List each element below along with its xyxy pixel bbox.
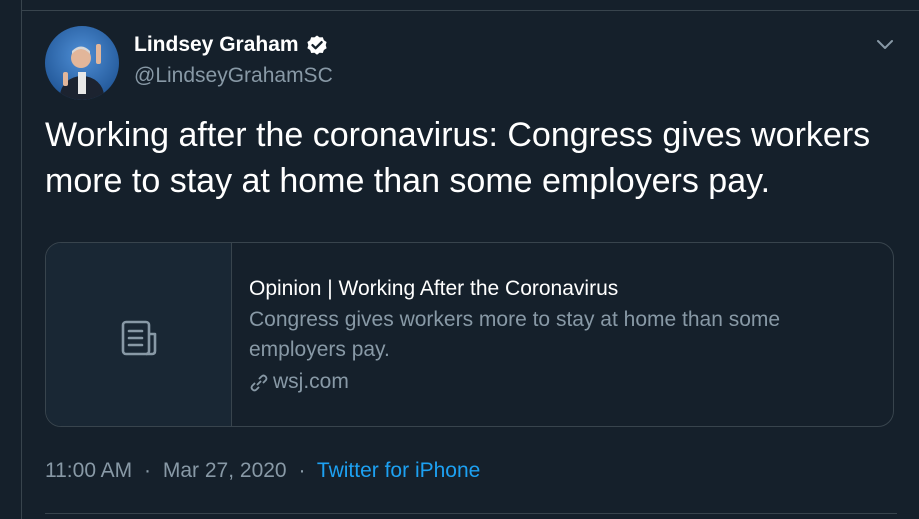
verified-badge-icon <box>305 33 329 57</box>
card-domain-row: wsj.com <box>249 367 859 397</box>
tweet-top-divider <box>21 10 919 11</box>
card-body[interactable]: Opinion | Working After the Coronavirus … <box>249 275 859 397</box>
document-icon <box>120 318 160 358</box>
tweet-date[interactable]: Mar 27, 2020 <box>163 459 287 482</box>
card-domain: wsj.com <box>273 370 349 393</box>
tweet-metadata: 11:00 AM · Mar 27, 2020 · Twitter for iP… <box>45 459 480 483</box>
tweet-source-link[interactable]: Twitter for iPhone <box>317 459 480 482</box>
meta-separator: · <box>144 459 152 482</box>
card-description: Congress gives workers more to stay at h… <box>249 308 781 361</box>
avatar[interactable] <box>45 26 119 100</box>
author-name-row[interactable]: Lindsey Graham <box>134 33 329 57</box>
tweet-text: Working after the coronavirus: Congress … <box>45 116 871 200</box>
tweet-time[interactable]: 11:00 AM <box>45 459 132 482</box>
meta-separator: · <box>298 459 306 482</box>
author-handle[interactable]: @LindseyGrahamSC <box>134 64 333 88</box>
timeline-left-border <box>21 0 22 519</box>
chevron-down-icon[interactable] <box>874 33 896 55</box>
card-thumbnail[interactable] <box>46 243 232 426</box>
tweet-bottom-divider <box>45 513 897 514</box>
author-display-name[interactable]: Lindsey Graham <box>134 33 299 57</box>
link-icon <box>249 372 269 392</box>
card-title[interactable]: Opinion | Working After the Coronavirus <box>249 275 859 303</box>
link-preview-card[interactable]: Opinion | Working After the Coronavirus … <box>45 242 894 427</box>
